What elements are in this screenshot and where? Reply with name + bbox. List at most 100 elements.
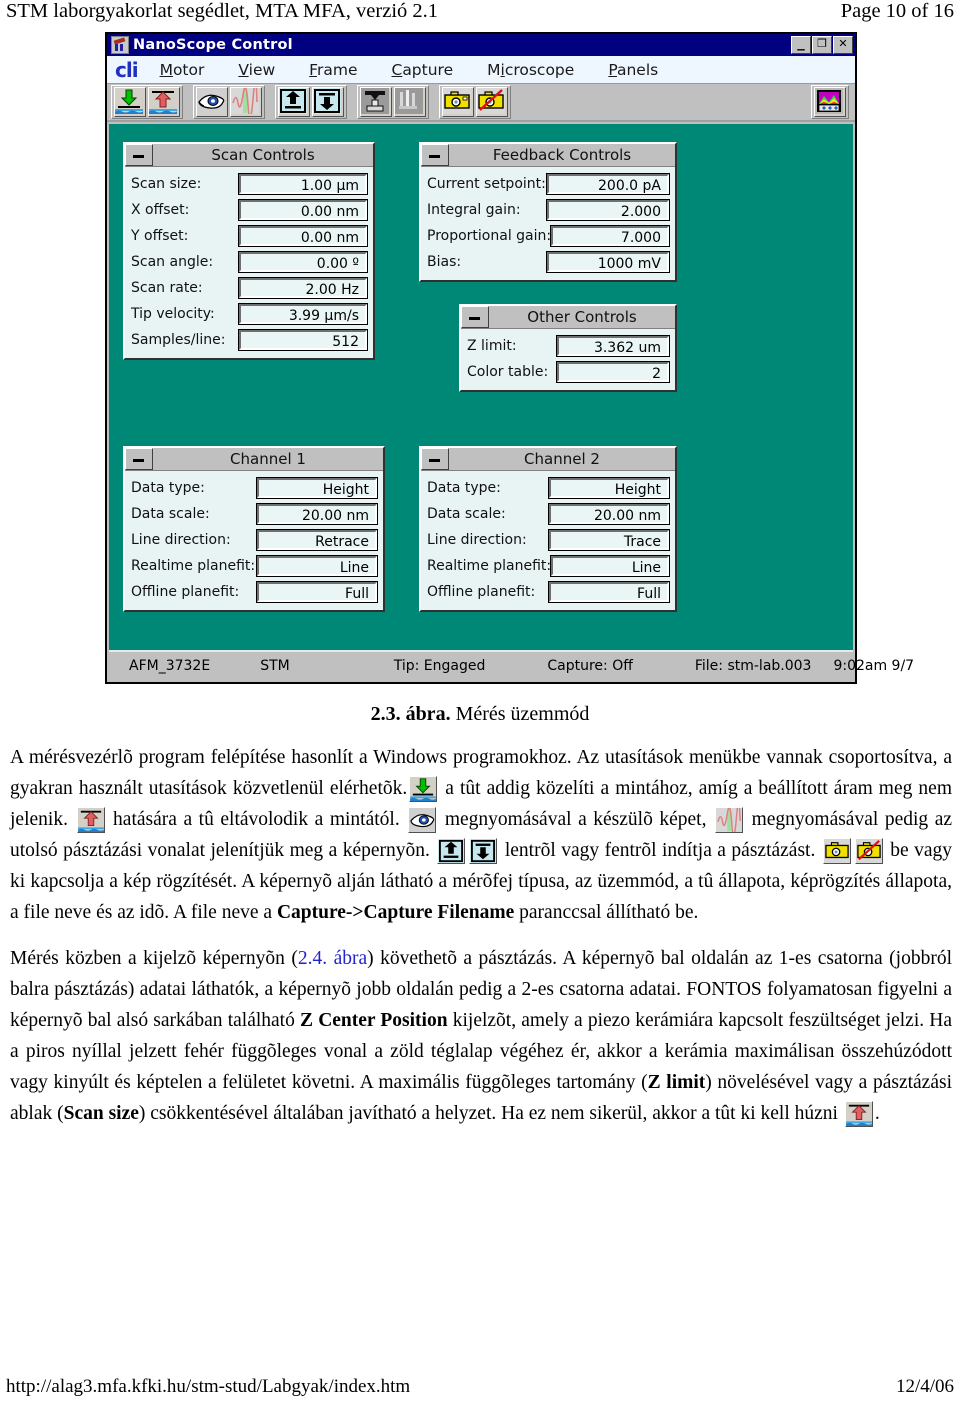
field-value[interactable]: Height (548, 477, 670, 499)
toolbar-group-panels (811, 85, 849, 119)
camera-capture-on-icon (822, 838, 851, 864)
field-value[interactable]: Full (548, 581, 670, 603)
figure-caption: 2.3. ábra. Mérés üzemmód (0, 703, 960, 726)
field-value[interactable]: 7.000 (550, 225, 670, 247)
menu-microscope[interactable]: Microscope (487, 61, 574, 79)
field-label: Line direction: (427, 532, 527, 548)
field-value[interactable]: 512 (238, 329, 368, 351)
field-row: Scan rate: 2.00 Hz (131, 275, 368, 301)
field-label: Offline planefit: (427, 584, 536, 600)
text-run: lentrõl vagy fentrõl indítja a pásztázás… (504, 840, 816, 861)
field-row: Data scale: 20.00 nm (131, 501, 378, 527)
field-value[interactable]: 3.362 um (556, 335, 670, 357)
window-title: NanoScope Control (133, 37, 293, 53)
text-run: . (874, 1103, 880, 1124)
field-value[interactable]: 0.00 º (238, 251, 368, 273)
tip-withdraw-icon[interactable] (148, 87, 180, 117)
field-label: Offline planefit: (131, 584, 240, 600)
menu-capture[interactable]: Capture (391, 61, 453, 79)
status-time: 9:02am 9/7 (833, 658, 915, 674)
field-value[interactable]: Full (256, 581, 378, 603)
field-row: Current setpoint: 200.0 pA (427, 171, 670, 197)
panel-other-header: Other Controls (461, 306, 675, 329)
close-icon: ✕ (838, 37, 848, 50)
camera-capture-off-icon[interactable] (476, 87, 508, 117)
color-chart-icon[interactable] (814, 87, 846, 117)
field-label: Y offset: (131, 228, 189, 244)
figure-cross-reference-link[interactable]: 2.4. ábra (298, 948, 367, 969)
frame-up-icon[interactable] (278, 87, 310, 117)
field-value[interactable]: 2.00 Hz (238, 277, 368, 299)
field-row: Tip velocity: 3.99 µm/s (131, 301, 368, 327)
status-bar: AFM_3732E STM Tip: Engaged Capture: Off … (109, 650, 914, 680)
panel-channel-1-minimize-button[interactable] (125, 448, 153, 470)
paragraph-1: A mérésvezérlõ program felépítése hasonl… (10, 742, 952, 928)
scope-trace-icon[interactable] (230, 87, 262, 117)
field-value[interactable]: Trace (548, 529, 670, 551)
field-label: Scan size: (131, 176, 202, 192)
menu-view[interactable]: View (238, 61, 275, 79)
toolbar-group-capture (439, 85, 511, 119)
field-value[interactable]: 1000 mV (546, 251, 670, 273)
field-value[interactable]: 20.00 nm (548, 503, 670, 525)
field-value[interactable]: 3.99 µm/s (238, 303, 368, 325)
menu-panels[interactable]: Panels (608, 61, 658, 79)
panel-channel-2-header: Channel 2 (421, 448, 675, 471)
field-row: Data type: Height (131, 475, 378, 501)
eye-image-icon[interactable] (196, 87, 228, 117)
running-head: STM laborgyakorlat segédlet, MTA MFA, ve… (0, 0, 960, 30)
field-label: Data type: (131, 480, 205, 496)
field-value[interactable]: 0.00 nm (238, 225, 368, 247)
field-value[interactable]: Height (256, 477, 378, 499)
tip-engage-icon[interactable] (114, 87, 146, 117)
field-row: Y offset: 0.00 nm (131, 223, 368, 249)
toolbar-group-frame (275, 85, 347, 119)
field-value[interactable]: 0.00 nm (238, 199, 368, 221)
field-row: X offset: 0.00 nm (131, 197, 368, 223)
tip-holder-icon[interactable] (394, 87, 426, 117)
running-head-right: Page 10 of 16 (840, 0, 954, 22)
menu-frame[interactable]: Frame (309, 61, 357, 79)
field-label: Z limit: (467, 338, 517, 354)
minimize-button[interactable]: _ (791, 35, 811, 54)
panel-channel-1-body: Data type: Height Data scale: 20.00 nm L… (125, 471, 383, 610)
menubar: cli Motor View Frame Capture Microscope … (107, 56, 855, 84)
field-value[interactable]: Line (550, 555, 670, 577)
frame-down-icon[interactable] (312, 87, 344, 117)
panel-feedback-body: Current setpoint: 200.0 pA Integral gain… (421, 167, 675, 280)
field-label: Realtime planefit: (131, 558, 256, 574)
field-value[interactable]: 1.00 µm (238, 173, 368, 195)
panel-other-minimize-button[interactable] (461, 306, 489, 328)
status-head-type: AFM_3732E (129, 658, 211, 674)
panel-other-title: Other Controls (527, 308, 637, 326)
field-value[interactable]: 200.0 pA (546, 173, 670, 195)
menu-motor[interactable]: Motor (160, 61, 205, 79)
scanner-head-icon[interactable] (360, 87, 392, 117)
panel-scan-minimize-button[interactable] (125, 144, 153, 166)
panel-scan-header: Scan Controls (125, 144, 373, 167)
eye-image-icon (408, 807, 437, 833)
field-value[interactable]: 2.000 (546, 199, 670, 221)
field-value[interactable]: Retrace (256, 529, 378, 551)
tip-withdraw-icon (76, 807, 105, 833)
close-button[interactable]: ✕ (833, 36, 853, 54)
panel-channel-2-minimize-button[interactable] (421, 448, 449, 470)
field-value[interactable]: 2 (556, 361, 670, 383)
field-row: Scan size: 1.00 µm (131, 171, 368, 197)
camera-capture-on-icon[interactable] (442, 87, 474, 117)
field-label: Line direction: (131, 532, 231, 548)
panel-channel-1: Channel 1 Data type: Height Data scale: … (123, 446, 385, 612)
field-row: Realtime planefit: Line (131, 553, 378, 579)
field-label: X offset: (131, 202, 190, 218)
field-row: Bias: 1000 mV (427, 249, 670, 275)
camera-capture-off-icon (854, 838, 883, 864)
panel-feedback-minimize-button[interactable] (421, 144, 449, 166)
maximize-button[interactable]: ❐ (812, 36, 832, 54)
field-value[interactable]: 20.00 nm (256, 503, 378, 525)
field-value[interactable]: Line (256, 555, 378, 577)
panel-channel-2: Channel 2 Data type: Height Data scale: … (419, 446, 677, 612)
z-limit-emphasis: Z limit (647, 1072, 706, 1093)
text-run: megnyomásával a készülõ képet, (444, 809, 707, 830)
status-filename: File: stm-lab.003 (694, 658, 812, 674)
field-row: Offline planefit: Full (131, 579, 378, 605)
